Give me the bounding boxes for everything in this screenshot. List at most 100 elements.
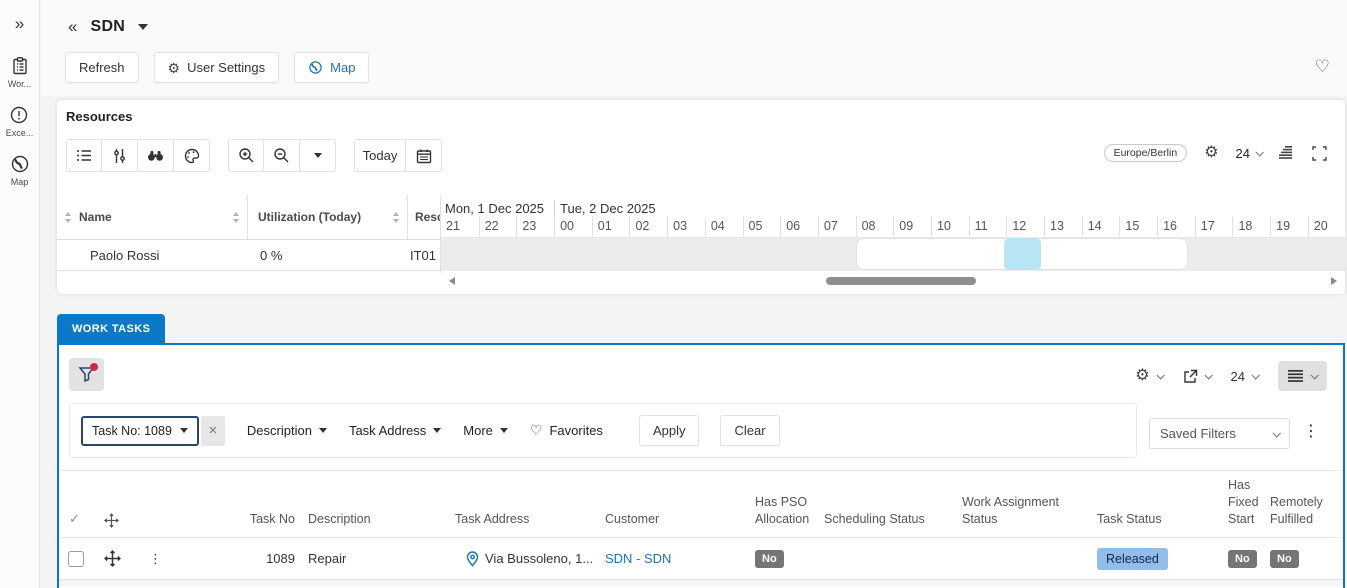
export-icon — [1183, 369, 1198, 384]
resource-list-view-button[interactable] — [66, 139, 102, 172]
hour-label: 01 — [591, 216, 630, 237]
table-row[interactable]: ⋮ 1089 Repair Via Bussoleno, 1... SDN - … — [59, 538, 1343, 580]
gantt-lane[interactable] — [441, 238, 1345, 271]
work-tasks-panel: ⚙ 24 Task No: 1089 × Description Task Ad… — [57, 343, 1345, 588]
apply-label: Apply — [652, 423, 686, 438]
hour-label: 21 — [446, 219, 460, 233]
sidebar-item-map[interactable]: Map — [10, 154, 30, 187]
task-status-badge: Released — [1097, 547, 1168, 570]
row-drag-handle-icon[interactable] — [95, 550, 137, 567]
active-filter-chip[interactable]: Task No: 1089 — [81, 415, 199, 446]
favorites-button[interactable]: ♡ Favorites — [530, 422, 603, 439]
favorite-page-heart-icon[interactable]: ♡ — [1315, 57, 1330, 77]
zoom-in-icon — [238, 147, 255, 164]
saved-filters-select[interactable]: Saved Filters — [1149, 418, 1290, 449]
column-header-task-status: Task Status — [1097, 512, 1162, 527]
filter-dropdown-label: Task Address — [348, 423, 427, 438]
select-all-checkmark-icon[interactable]: ✓ — [59, 510, 95, 528]
sidebar-expand-icon[interactable]: » — [15, 14, 24, 34]
page-size-dropdown[interactable]: 24 — [1231, 369, 1260, 384]
date-picker-button[interactable] — [406, 139, 442, 172]
clear-button[interactable]: Clear — [720, 415, 780, 446]
chevron-down-icon — [1255, 148, 1264, 157]
collapse-back-icon[interactable]: « — [68, 17, 77, 37]
chevron-down-icon — [1272, 428, 1281, 438]
resource-grid: Name Utilization (Today) Reso Paolo Ross… — [57, 195, 440, 380]
gantt-hours-value: 24 — [1235, 145, 1250, 161]
globe-icon — [308, 60, 323, 75]
cell-task-address[interactable]: Via Bussoleno, 1... — [447, 550, 597, 567]
user-settings-button[interactable]: ⚙ User Settings — [153, 52, 280, 83]
gear-icon: ⚙ — [1135, 367, 1150, 384]
hour-label: 12 — [1006, 216, 1044, 237]
row-menu-kebab-icon[interactable]: ⋮ — [137, 551, 173, 567]
calendar-icon — [416, 148, 432, 164]
cell-task-no: 1089 — [266, 551, 295, 566]
favorites-label: Favorites — [549, 423, 603, 438]
page-header: « SDN Refresh ⚙ User Settings Map ♡ — [41, 0, 1347, 96]
remove-filter-button[interactable]: × — [200, 415, 225, 446]
active-filter-label: Task No: 1089 — [92, 423, 172, 438]
filter-dropdown-task-address[interactable]: Task Address — [348, 423, 442, 438]
cell-customer-link[interactable]: SDN - SDN — [597, 551, 747, 566]
zoom-in-button[interactable] — [228, 139, 264, 172]
color-legend-button[interactable] — [174, 139, 210, 172]
timeline-hours: 21 22 23 00 01 02 03 04 05 06 07 08 09 10 11 12 13 14 15 16… — [441, 216, 1345, 238]
filter-dropdown-more[interactable]: More — [463, 423, 508, 438]
resource-filter-settings-button[interactable] — [102, 139, 138, 172]
filter-dropdown-description[interactable]: Description — [247, 423, 327, 438]
zoom-out-icon — [273, 147, 290, 164]
hour-label: 09 — [893, 216, 931, 237]
column-header-resource[interactable]: Reso — [407, 195, 440, 239]
filter-dropdown-label: More — [463, 423, 493, 438]
scroll-left-icon[interactable] — [449, 277, 455, 285]
column-header-utilization[interactable]: Utilization (Today) — [247, 195, 407, 239]
today-button[interactable]: Today — [354, 139, 406, 172]
row-density-icon[interactable] — [1279, 145, 1295, 161]
chevron-down-icon — [499, 428, 508, 433]
resource-row[interactable]: Paolo Rossi 0 % IT01 — [57, 239, 440, 271]
current-hour-highlight — [1004, 238, 1041, 270]
refresh-button[interactable]: Refresh — [65, 52, 139, 83]
export-dropdown[interactable] — [1183, 369, 1213, 384]
map-button[interactable]: Map — [294, 52, 370, 83]
remotely-fulfilled-badge: No — [1270, 549, 1299, 568]
tab-work-tasks[interactable]: WORK TASKS — [57, 314, 166, 343]
gantt-scrollbar[interactable] — [449, 274, 1337, 288]
filter-options-kebab-icon[interactable]: ⋮ — [1303, 421, 1319, 441]
hour-label: 08 — [855, 216, 894, 237]
zoom-preset-dropdown-button[interactable] — [300, 139, 336, 172]
globe-icon — [10, 154, 30, 174]
palette-icon — [184, 148, 200, 164]
filter-button[interactable] — [69, 358, 104, 391]
gantt-settings-gear-icon[interactable]: ⚙ — [1204, 145, 1218, 161]
resource-find-button[interactable] — [138, 139, 174, 172]
row-checkbox[interactable] — [68, 550, 84, 567]
apply-button[interactable]: Apply — [638, 415, 700, 446]
map-label: Map — [330, 60, 356, 75]
saved-filters-label: Saved Filters — [1160, 426, 1236, 441]
zoom-out-button[interactable] — [264, 139, 300, 172]
scrollbar-thumb[interactable] — [826, 277, 976, 285]
gantt-hours-dropdown[interactable]: 24 — [1235, 145, 1264, 161]
column-header-scheduling-status: Scheduling Status — [824, 512, 925, 527]
table-settings-dropdown[interactable]: ⚙ — [1135, 367, 1165, 384]
filter-bar: Task No: 1089 × Description Task Address… — [69, 403, 1137, 458]
hour-label: 19 — [1270, 216, 1308, 237]
column-header-remotely-fulfilled: Remotely Fulfilled — [1270, 495, 1323, 527]
hour-label: 13 — [1044, 216, 1082, 237]
gantt-date-label: Mon, 1 Dec 2025 — [445, 201, 545, 216]
column-header-name[interactable]: Name — [57, 195, 247, 239]
sidebar-item-work-tasks[interactable]: Wor... — [8, 56, 31, 89]
scroll-right-icon[interactable] — [1331, 277, 1337, 285]
hour-label: 10 — [930, 216, 969, 237]
page-title-dropdown-caret-icon[interactable] — [138, 24, 149, 30]
hour-label: 04 — [704, 216, 743, 237]
today-label: Today — [362, 148, 398, 163]
view-mode-dropdown[interactable] — [1278, 361, 1327, 391]
timezone-badge[interactable]: Europe/Berlin — [1103, 144, 1188, 162]
chevron-down-icon — [313, 153, 322, 158]
fullscreen-icon[interactable] — [1312, 145, 1327, 161]
sidebar-item-exceptions[interactable]: Exce... — [6, 105, 33, 138]
location-pin-icon — [466, 550, 479, 567]
